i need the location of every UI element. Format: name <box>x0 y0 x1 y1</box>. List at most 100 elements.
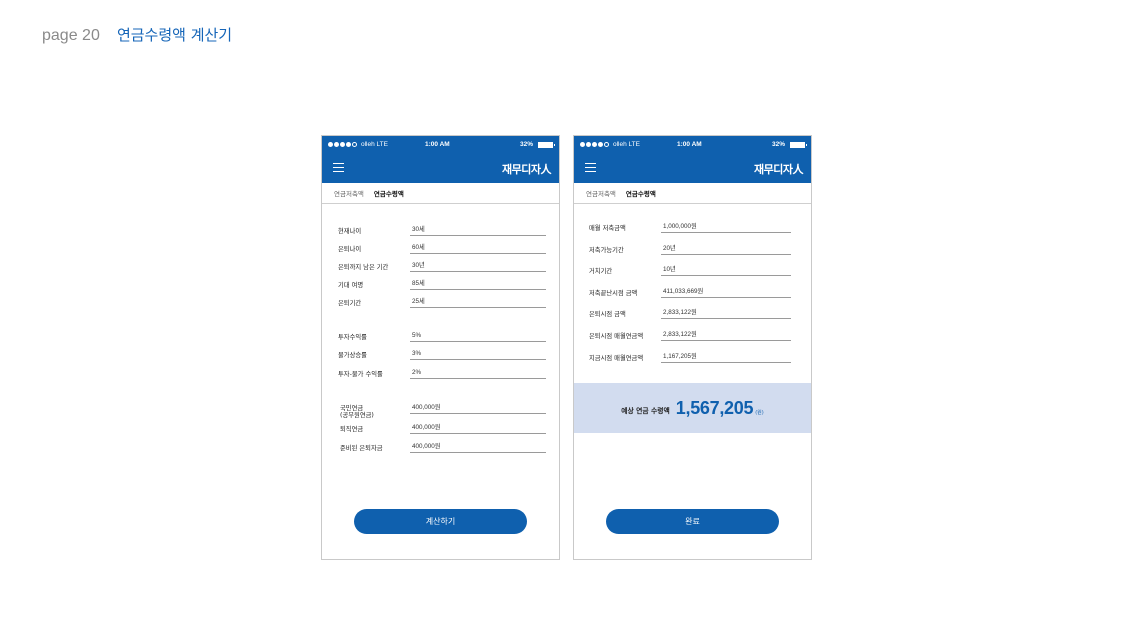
expected-pension-value: 1,567,205 <box>675 397 754 418</box>
tab-savings[interactable]: 연금저축액 <box>586 188 616 198</box>
field-label: 은퇴까지 남은 기간 <box>338 264 389 272</box>
status-bar: olleh LTE 1:00 AM 32% <box>574 136 811 154</box>
field-label: 현재나이 <box>338 228 362 236</box>
field-label: 퇴직연금 <box>340 426 364 434</box>
field-input[interactable]: 400,000원 <box>410 402 546 414</box>
field-input[interactable]: 400,000원 <box>410 441 546 453</box>
field-label-line2: (공무원연금) <box>340 412 374 420</box>
page-title: 연금수령액 계산기 <box>116 26 233 44</box>
field-label: 거치기간 <box>589 268 613 276</box>
signal-dot-icon <box>592 142 597 147</box>
signal-dot-icon <box>346 142 351 147</box>
app-navbar: 재무디자人 <box>322 154 559 183</box>
page-number: page 20 <box>42 27 100 44</box>
field-value: 20년 <box>661 243 791 255</box>
done-button[interactable]: 완료 <box>606 509 779 534</box>
carrier-label: olleh LTE <box>613 141 640 148</box>
field-value: 1,167,205원 <box>661 351 791 363</box>
field-input[interactable]: 5% <box>410 332 546 342</box>
brand-logo: 재무디자人 <box>502 163 551 176</box>
field-label: 저축끝난시점 금액 <box>589 290 638 298</box>
signal-dot-icon <box>334 142 339 147</box>
field-value: 2,833,122원 <box>661 329 791 341</box>
result-row: 매월 저축금액 1,000,000원 <box>589 219 791 233</box>
phone-screen-result: olleh LTE 1:00 AM 32% 재무디자人 연금저축액 연금수령액 … <box>573 135 812 560</box>
signal-dot-icon <box>586 142 591 147</box>
form-row: 현재나이 30세 <box>338 222 546 236</box>
tab-bar: 연금저축액 연금수령액 <box>574 183 811 204</box>
field-label: 은퇴기간 <box>338 300 362 308</box>
form-row: 기대 여명 85세 <box>338 276 546 290</box>
field-label: 은퇴시점 금액 <box>589 311 626 319</box>
signal-indicator: olleh LTE <box>580 141 640 148</box>
battery-percent: 32% <box>519 141 533 148</box>
signal-dot-icon <box>328 142 333 147</box>
battery-icon <box>790 141 807 148</box>
battery-indicator: 32% <box>519 141 555 148</box>
result-row: 지금시점 매월연금액 1,167,205원 <box>589 349 791 363</box>
form-row: 투자-물가 수익률 2% <box>338 365 546 379</box>
battery-icon <box>538 141 555 148</box>
tab-pension-receipt[interactable]: 연금수령액 <box>374 188 404 198</box>
signal-dot-icon <box>340 142 345 147</box>
tab-bar: 연금저축액 연금수령액 <box>322 183 559 204</box>
field-value: 411,033,669원 <box>661 286 791 298</box>
calculate-button[interactable]: 계산하기 <box>354 509 527 534</box>
field-label: 은퇴시점 매월연금액 <box>589 333 644 341</box>
page-header: page 20 연금수령액 계산기 <box>42 24 232 45</box>
form-row: 은퇴까지 남은 기간 30년 <box>338 258 546 272</box>
phone-screen-input: olleh LTE 1:00 AM 32% 재무디자人 연금저축액 연금수령액 … <box>321 135 560 560</box>
field-value: 1,000,000원 <box>661 221 791 233</box>
result-row: 저축끝난시점 금액 411,033,669원 <box>589 284 791 298</box>
field-label: 준비된 은퇴자금 <box>340 445 383 453</box>
field-label: 저축가능기간 <box>589 247 624 255</box>
field-label: 국민연금 (공무원연금) <box>340 405 374 420</box>
field-label: 매월 저축금액 <box>589 225 626 233</box>
field-input[interactable]: 400,000원 <box>410 422 546 434</box>
field-input[interactable]: 2% <box>410 369 546 379</box>
field-input[interactable]: 30년 <box>410 260 546 272</box>
hamburger-menu-icon[interactable] <box>585 163 596 173</box>
signal-indicator: olleh LTE <box>328 141 388 148</box>
field-label: 투자-물가 수익률 <box>338 371 383 379</box>
status-bar: olleh LTE 1:00 AM 32% <box>322 136 559 154</box>
form-row: 물가상승률 3% <box>338 346 546 360</box>
clock: 1:00 AM <box>677 141 702 148</box>
field-value: 2,833,122원 <box>661 307 791 319</box>
result-row: 거치기간 10년 <box>589 262 791 276</box>
field-label: 투자수익률 <box>338 334 367 342</box>
result-row: 은퇴시점 금액 2,833,122원 <box>589 305 791 319</box>
field-input[interactable]: 30세 <box>410 224 546 236</box>
signal-dot-icon <box>580 142 585 147</box>
field-input[interactable]: 60세 <box>410 242 546 254</box>
field-value: 10년 <box>661 264 791 276</box>
field-label-line1: 국민연금 <box>340 404 364 412</box>
clock: 1:00 AM <box>425 141 450 148</box>
form-row: 투자수익률 5% <box>338 328 546 342</box>
form-row: 준비된 은퇴자금 400,000원 <box>338 439 546 453</box>
result-row: 저축가능기간 20년 <box>589 241 791 255</box>
tab-savings[interactable]: 연금저축액 <box>334 188 364 198</box>
field-label: 지금시점 매월연금액 <box>589 355 644 363</box>
expected-pension-unit: (원) <box>755 409 764 416</box>
field-label: 은퇴나이 <box>338 246 362 254</box>
form-row: 은퇴기간 25세 <box>338 294 546 308</box>
hamburger-menu-icon[interactable] <box>333 163 344 173</box>
expected-pension-box: 예상 연금 수령액 1,567,205 (원) <box>574 383 811 433</box>
field-input[interactable]: 85세 <box>410 278 546 290</box>
field-input[interactable]: 3% <box>410 350 546 360</box>
carrier-label: olleh LTE <box>361 141 388 148</box>
result-row: 은퇴시점 매월연금액 2,833,122원 <box>589 327 791 341</box>
signal-dot-icon <box>598 142 603 147</box>
signal-dot-empty-icon <box>604 142 609 147</box>
expected-pension-label: 예상 연금 수령액 <box>621 407 670 415</box>
signal-dot-empty-icon <box>352 142 357 147</box>
battery-percent: 32% <box>771 141 785 148</box>
app-navbar: 재무디자人 <box>574 154 811 183</box>
form-row: 퇴직연금 400,000원 <box>338 420 546 434</box>
tab-pension-receipt[interactable]: 연금수령액 <box>626 188 656 198</box>
field-label: 기대 여명 <box>338 282 364 290</box>
field-input[interactable]: 25세 <box>410 296 546 308</box>
form-row: 국민연금 (공무원연금) 400,000원 <box>338 400 546 420</box>
form-row: 은퇴나이 60세 <box>338 240 546 254</box>
